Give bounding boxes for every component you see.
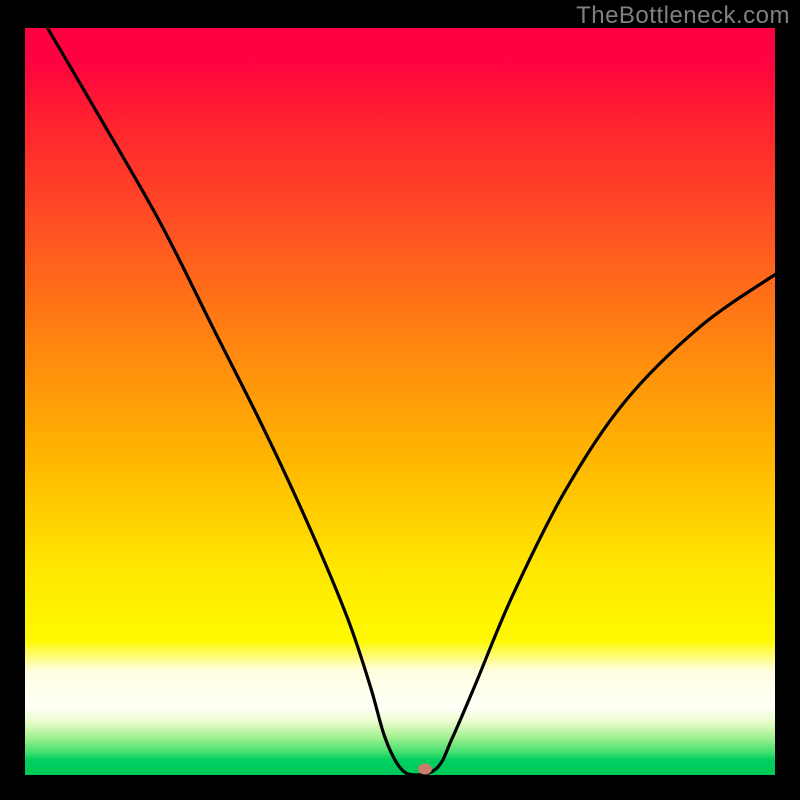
chart-frame: TheBottleneck.com	[0, 0, 800, 800]
bottleneck-curve	[25, 28, 775, 775]
optimal-point-marker	[418, 764, 432, 775]
plot-area	[25, 28, 775, 775]
watermark-text: TheBottleneck.com	[576, 2, 790, 30]
